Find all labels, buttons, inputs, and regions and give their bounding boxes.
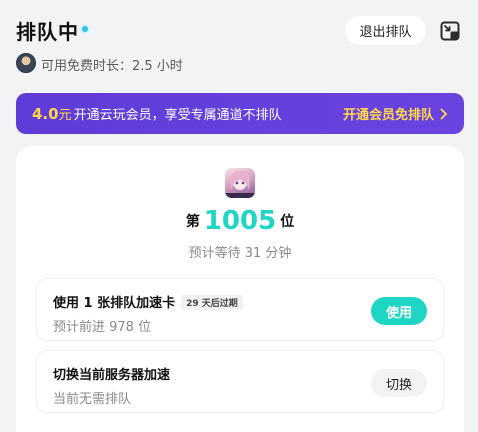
- vip-banner[interactable]: 4.0 元 开通云玩会员，享受专属通道不排队 开通会员免排队: [16, 93, 464, 134]
- wait-estimate: 预计等待 31 分钟: [188, 246, 292, 261]
- banner-cta[interactable]: 开通会员免排队: [343, 104, 448, 123]
- banner-price: 4.0: [32, 104, 59, 123]
- switch-server-option: 切换当前服务器加速 当前无需排队 切换: [36, 350, 444, 413]
- option-title: 使用 1 张排队加速卡 29 天后过期: [53, 292, 243, 311]
- queue-number: 1005: [203, 206, 277, 236]
- speedup-card-option: 使用 1 张排队加速卡 29 天后过期 预计前进 978 位 使用: [36, 278, 444, 341]
- status-dot-icon: [82, 26, 88, 32]
- option-subtitle: 当前无需排队: [53, 392, 132, 407]
- user-avatar: [16, 53, 36, 73]
- exit-queue-button[interactable]: 退出排队: [345, 16, 426, 45]
- banner-cta-label: 开通会员免排队: [342, 108, 434, 123]
- banner-price-unit: 元: [58, 108, 72, 123]
- game-cover-icon: [225, 168, 255, 198]
- use-button[interactable]: 使用: [371, 297, 427, 325]
- queue-prefix: 第: [185, 214, 200, 230]
- banner-description: 开通云玩会员，享受专属通道不排队: [73, 108, 282, 123]
- queue-suffix: 位: [280, 214, 295, 230]
- chevron-right-icon: [440, 108, 447, 119]
- expiry-badge: 29 天后过期: [181, 295, 243, 310]
- queue-card: 第 1005 位 预计等待 31 分钟 使用 1 张排队加速卡 29 天后过期 预计前…: [16, 146, 464, 432]
- option-title-text: 使用 1 张排队加速卡: [53, 296, 176, 311]
- minimize-window-icon[interactable]: [440, 21, 460, 41]
- option-subtitle: 预计前进 978 位: [53, 320, 152, 335]
- option-title: 切换当前服务器加速: [53, 368, 171, 383]
- switch-button[interactable]: 切换: [371, 369, 427, 397]
- page-title: 排队中: [16, 20, 79, 44]
- free-time-text: 可用免费时长：2.5 小时: [41, 59, 183, 74]
- queue-position: 第 1005 位: [16, 206, 464, 236]
